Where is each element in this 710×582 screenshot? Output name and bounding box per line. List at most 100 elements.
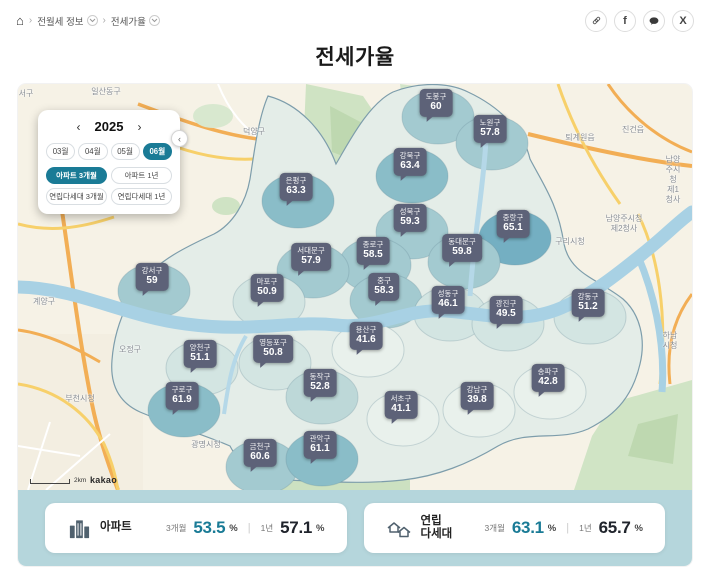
month-chip-03월[interactable]: 03월 [46, 143, 76, 161]
kakao-logo: kakao [90, 475, 118, 485]
district-value: 50.8 [263, 347, 283, 359]
district-badge-금천구[interactable]: 금천구 60.6 [243, 438, 277, 473]
district-name: 서초구 [390, 393, 412, 403]
district-badge-강북구[interactable]: 강북구 63.4 [393, 147, 427, 182]
month-chip-05월[interactable]: 05월 [110, 143, 140, 161]
scale-label: 2km [74, 477, 87, 484]
card-stats: 3개월 53.5 % | 1년 57.1 % [166, 518, 330, 538]
panel-collapse-button[interactable]: ‹ [171, 130, 188, 147]
filter-chip-연립다세대 1년[interactable]: 연립다세대 1년 [111, 188, 172, 206]
district-value: 59 [146, 275, 158, 287]
district-badge-강동구[interactable]: 강동구 51.2 [571, 288, 605, 323]
district-badge-동작구[interactable]: 동작구 52.8 [303, 368, 337, 403]
district-value: 49.5 [496, 308, 516, 320]
district-badge-성북구[interactable]: 성북구 59.3 [393, 203, 427, 238]
district-value: 46.1 [438, 298, 458, 310]
district-badge-강남구[interactable]: 강남구 39.8 [460, 381, 494, 416]
share-facebook-button[interactable]: f [614, 9, 636, 32]
card-stats: 3개월 63.1 % | 1년 65.7 % [485, 518, 649, 538]
share-buttons: f X [585, 9, 694, 32]
district-badge-마포구[interactable]: 마포구 50.9 [250, 273, 284, 308]
breadcrumb-item-rent-info[interactable]: 전월세 정보 [37, 14, 98, 28]
share-link-button[interactable] [585, 9, 607, 32]
district-badge-노원구[interactable]: 노원구 57.8 [473, 114, 507, 149]
district-badge-동대문구[interactable]: 동대문구 59.8 [442, 233, 482, 268]
link-icon [592, 16, 600, 25]
district-name: 도봉구 [425, 91, 447, 101]
district-badge-관악구[interactable]: 관악구 61.1 [303, 430, 337, 465]
district-value: 41.1 [391, 403, 411, 415]
district-value: 50.9 [257, 286, 277, 298]
stat-value-1year: 57.1 [280, 518, 313, 537]
chevron-down-icon[interactable] [148, 15, 160, 26]
district-name: 송파구 [537, 366, 559, 376]
district-badge-서대문구[interactable]: 서대문구 57.9 [291, 242, 331, 277]
district-badge-종로구[interactable]: 종로구 58.5 [356, 236, 390, 271]
district-name: 영등포구 [259, 337, 287, 347]
prev-year-button[interactable]: ‹ [77, 121, 81, 133]
filter-panel: ‹ 2025 › 03월 04월 05월 06월 아파트 3개월 아파트 1년 연립다세대… [38, 110, 188, 215]
district-value: 61.1 [310, 443, 330, 455]
summary-stats-band: 아파트 3개월 53.5 % | 1년 57.1 % 연립 다세대 3개월 63… [18, 490, 692, 566]
filter-chip-연립다세대 3개월[interactable]: 연립다세대 3개월 [46, 188, 107, 206]
apartment-summary-card: 아파트 3개월 53.5 % | 1년 57.1 % [45, 503, 347, 553]
kakao-talk-icon [649, 16, 659, 25]
district-name: 서대문구 [297, 245, 325, 255]
filter-chip-아파트 3개월[interactable]: 아파트 3개월 [46, 167, 107, 185]
district-value: 51.1 [190, 352, 210, 364]
next-year-button[interactable]: › [137, 121, 141, 133]
district-value: 61.9 [172, 394, 192, 406]
district-name: 광진구 [495, 298, 517, 308]
card-title: 연립 다세대 [420, 514, 453, 540]
district-name: 노원구 [479, 117, 501, 127]
district-badge-은평구[interactable]: 은평구 63.3 [279, 172, 313, 207]
district-badge-도봉구[interactable]: 도봉구 60 [419, 88, 453, 123]
district-value: 39.8 [467, 394, 487, 406]
district-value: 60.6 [250, 451, 270, 463]
breadcrumb-separator: › [102, 15, 106, 26]
district-name: 은평구 [285, 175, 307, 185]
district-name: 양천구 [189, 342, 211, 352]
breadcrumb-label: 전월세 정보 [37, 16, 84, 28]
district-name: 금천구 [249, 441, 271, 451]
district-value: 63.4 [400, 160, 420, 172]
breadcrumb-label: 전세가율 [110, 16, 146, 28]
district-badge-중구[interactable]: 중구 58.3 [368, 272, 400, 307]
district-value: 57.8 [480, 127, 500, 139]
filter-chip-아파트 1년[interactable]: 아파트 1년 [111, 167, 172, 185]
map-area[interactable]: 일산동구 서구 덕양구 퇴계원읍 진건읍 남양주시청 제1청사 남양주시청 제2청사 구리시청… [18, 84, 692, 490]
page-header: ⌂ › 전월세 정보 › 전세가율 f X [0, 0, 710, 32]
home-icon[interactable]: ⌂ [16, 14, 24, 27]
share-kakao-button[interactable] [643, 9, 665, 32]
district-value: 42.8 [538, 376, 558, 388]
district-name: 중구 [377, 275, 391, 285]
district-badge-송파구[interactable]: 송파구 42.8 [531, 363, 565, 398]
district-badge-광진구[interactable]: 광진구 49.5 [489, 295, 523, 330]
district-name: 중랑구 [502, 212, 524, 222]
district-name: 성동구 [437, 288, 459, 298]
district-badge-구로구[interactable]: 구로구 61.9 [165, 381, 199, 416]
district-name: 용산구 [355, 324, 377, 334]
month-chip-04월[interactable]: 04월 [78, 143, 108, 161]
district-badge-용산구[interactable]: 용산구 41.6 [349, 321, 383, 356]
district-badge-영등포구[interactable]: 영등포구 50.8 [253, 334, 293, 369]
year-label: 2025 [94, 119, 124, 134]
district-badge-중랑구[interactable]: 중랑구 65.1 [496, 209, 530, 244]
breadcrumb-item-jeonse-ratio[interactable]: 전세가율 [111, 14, 160, 28]
card-title: 아파트 [100, 521, 132, 534]
apartment-building-icon [67, 516, 91, 540]
stat-unit: % [547, 522, 557, 534]
month-chip-06월[interactable]: 06월 [142, 143, 172, 161]
chevron-down-icon[interactable] [86, 15, 98, 26]
district-name: 강동구 [577, 291, 599, 301]
district-name: 강남구 [466, 384, 488, 394]
district-badge-강서구[interactable]: 강서구 59 [135, 262, 169, 297]
district-value: 63.3 [286, 185, 306, 197]
district-badge-성동구[interactable]: 성동구 46.1 [431, 285, 465, 320]
share-x-button[interactable]: X [672, 9, 694, 32]
district-badge-양천구[interactable]: 양천구 51.1 [183, 339, 217, 374]
district-badge-서초구[interactable]: 서초구 41.1 [384, 390, 418, 425]
stat-period-label: 1년 [579, 523, 592, 533]
stat-period-label: 3개월 [166, 523, 187, 533]
district-name: 마포구 [256, 276, 278, 286]
